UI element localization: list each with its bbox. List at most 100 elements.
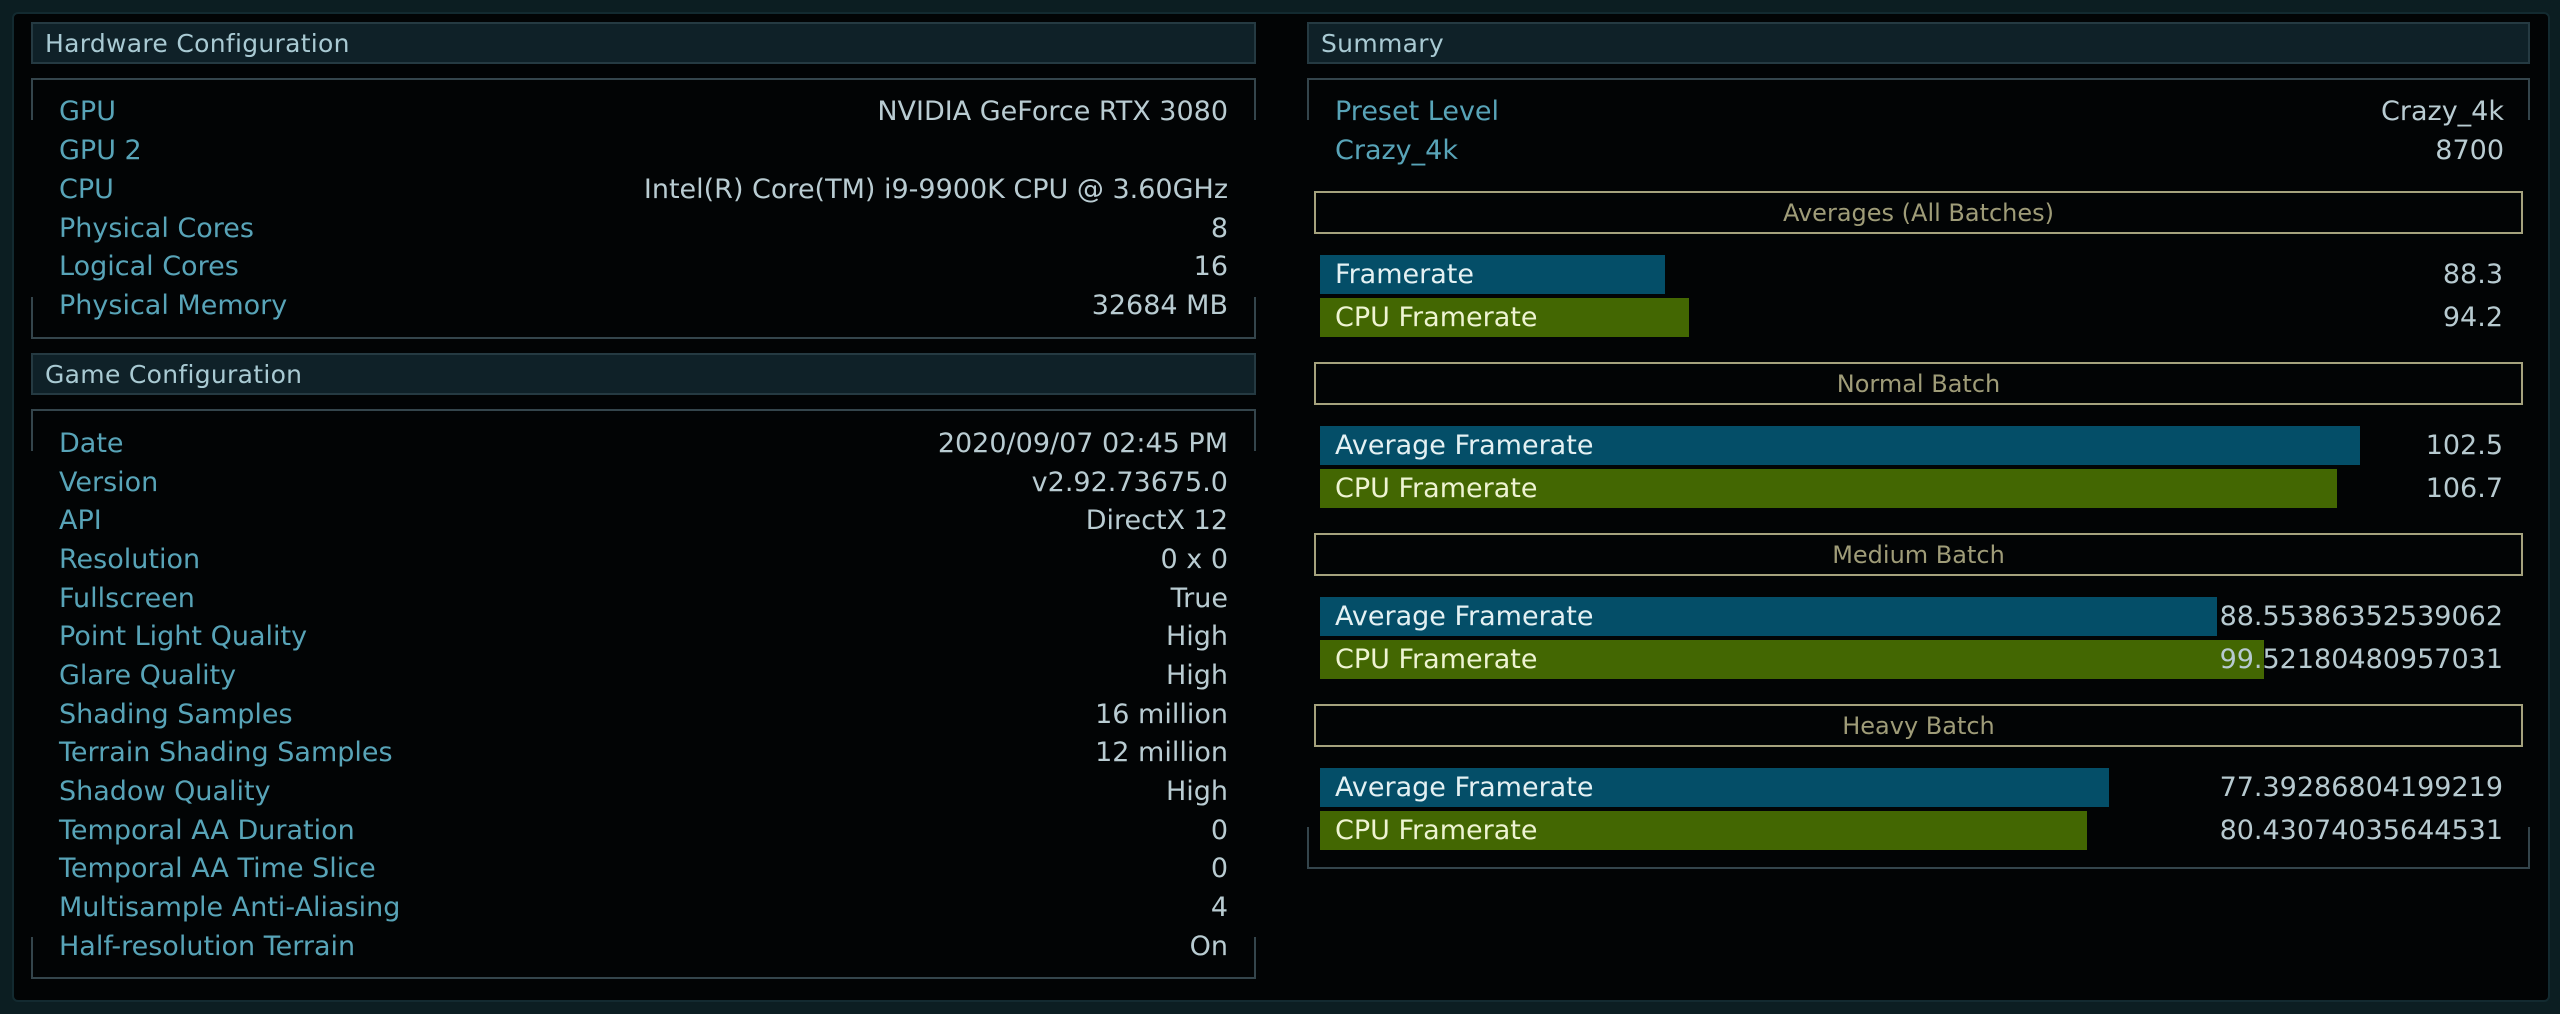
row-value: High [1165,660,1228,691]
bar-averages-cpu-framerate: CPU Framerate 94.2 [1320,298,2503,337]
bar-normal-average-framerate: Average Framerate 102.5 [1320,426,2503,465]
row-label: Shading Samples [59,699,293,730]
bar-value: 99.52180480957031 [2219,644,2503,675]
batch-title: Heavy Batch [1842,711,1995,740]
row-value: High [1165,776,1228,807]
batch-title: Medium Batch [1832,540,2005,569]
hardware-row-physical-cores: Physical Cores 8 [59,209,1228,248]
bar-heavy-cpu-framerate: CPU Framerate 80.43074035644531 [1320,811,2503,850]
bar-averages-framerate: Framerate 88.3 [1320,255,2503,294]
summary-row-preset-level: Preset Level Crazy_4k [1335,92,2504,131]
hardware-row-gpu2: GPU 2 [59,131,1228,170]
row-label: GPU 2 [59,135,142,166]
row-value: DirectX 12 [1085,505,1228,536]
batch-title: Normal Batch [1836,369,2001,398]
bar-value: 77.39286804199219 [2219,772,2503,803]
row-label: Temporal AA Time Slice [59,853,376,884]
row-label: Multisample Anti-Aliasing [59,892,401,923]
row-label: Half-resolution Terrain [59,931,356,962]
batch-header-averages: Averages (All Batches) [1314,191,2523,234]
game-row-date: Date 2020/09/07 02:45 PM [59,424,1228,463]
summary-row-score: Crazy_4k 8700 [1335,131,2504,170]
row-value: 2020/09/07 02:45 PM [937,428,1228,459]
game-config-panel: Date 2020/09/07 02:45 PM Version v2.92.7… [31,409,1256,979]
game-row-resolution: Resolution 0 x 0 [59,540,1228,579]
hardware-row-logical-cores: Logical Cores 16 [59,247,1228,286]
row-label: Glare Quality [59,660,237,691]
game-row-msaa: Multisample Anti-Aliasing 4 [59,888,1228,927]
bar-label: Average Framerate [1335,772,1594,803]
row-value: 0 [1210,853,1228,884]
hardware-config-title: Hardware Configuration [45,28,350,58]
bar-heavy-average-framerate: Average Framerate 77.39286804199219 [1320,768,2503,807]
batch-title: Averages (All Batches) [1782,198,2055,227]
row-label: Physical Cores [59,213,254,244]
row-label: GPU [59,96,116,127]
bar-label: Average Framerate [1335,430,1594,461]
batch-header-heavy: Heavy Batch [1314,704,2523,747]
bar-label: CPU Framerate [1335,302,1538,333]
bar-value: 94.2 [2442,302,2503,333]
bar-value: 102.5 [2425,430,2503,461]
hardware-row-cpu: CPU Intel(R) Core(TM) i9-9900K CPU @ 3.6… [59,170,1228,209]
game-row-point-light-quality: Point Light Quality High [59,617,1228,656]
game-row-glare-quality: Glare Quality High [59,656,1228,695]
row-label: Point Light Quality [59,621,308,652]
game-config-title: Game Configuration [45,359,303,389]
bar-value: 88.3 [2442,259,2503,290]
bar-value: 80.43074035644531 [2219,815,2503,846]
row-value: 0 x 0 [1160,544,1229,575]
row-label: Resolution [59,544,201,575]
game-config-header: Game Configuration [31,353,1256,395]
game-row-version: Version v2.92.73675.0 [59,463,1228,502]
batch-header-medium: Medium Batch [1314,533,2523,576]
bar-value: 106.7 [2425,473,2503,504]
row-label: Fullscreen [59,583,195,614]
game-row-fullscreen: Fullscreen True [59,579,1228,618]
bar-value: 88.55386352539062 [2219,601,2503,632]
hardware-config-panel: GPU NVIDIA GeForce RTX 3080 GPU 2 CPU In… [31,78,1256,339]
bar-label: Average Framerate [1335,601,1594,632]
row-label: Crazy_4k [1335,135,1458,166]
row-label: Physical Memory [59,290,288,321]
bar-medium-cpu-framerate: CPU Framerate 99.52180480957031 [1320,640,2503,679]
row-value: On [1189,931,1228,962]
batch-header-normal: Normal Batch [1314,362,2523,405]
bar-normal-cpu-framerate: CPU Framerate 106.7 [1320,469,2503,508]
row-value: v2.92.73675.0 [1031,467,1228,498]
bar-label: CPU Framerate [1335,473,1538,504]
row-label: Temporal AA Duration [59,815,355,846]
game-row-shadow-quality: Shadow Quality High [59,772,1228,811]
row-label: Date [59,428,124,459]
summary-header: Summary [1307,22,2530,64]
row-value: NVIDIA GeForce RTX 3080 [877,96,1228,127]
row-value: 16 million [1095,699,1228,730]
bar-label: CPU Framerate [1335,644,1538,675]
bar-label: CPU Framerate [1335,815,1538,846]
row-value: 12 million [1095,737,1228,768]
row-label: Terrain Shading Samples [59,737,393,768]
row-label: Shadow Quality [59,776,271,807]
row-label: Logical Cores [59,251,239,282]
row-value: 0 [1210,815,1228,846]
row-label: API [59,505,102,536]
row-value: 16 [1193,251,1228,282]
game-row-temporal-aa-duration: Temporal AA Duration 0 [59,811,1228,850]
row-label: CPU [59,174,114,205]
bar-label: Framerate [1335,259,1474,290]
hardware-config-header: Hardware Configuration [31,22,1256,64]
summary-title: Summary [1321,28,1444,58]
row-value: High [1165,621,1228,652]
bar-medium-average-framerate: Average Framerate 88.55386352539062 [1320,597,2503,636]
hardware-row-gpu: GPU NVIDIA GeForce RTX 3080 [59,92,1228,131]
row-value: 8700 [2435,135,2504,166]
row-value: 8 [1210,213,1228,244]
row-value: Crazy_4k [2381,96,2504,127]
game-row-half-resolution-terrain: Half-resolution Terrain On [59,927,1228,966]
game-row-terrain-shading-samples: Terrain Shading Samples 12 million [59,733,1228,772]
row-value: True [1170,583,1228,614]
row-value: 32684 MB [1091,290,1228,321]
row-label: Version [59,467,159,498]
hardware-row-physical-memory: Physical Memory 32684 MB [59,286,1228,325]
row-value: Intel(R) Core(TM) i9-9900K CPU @ 3.60GHz [643,174,1228,205]
